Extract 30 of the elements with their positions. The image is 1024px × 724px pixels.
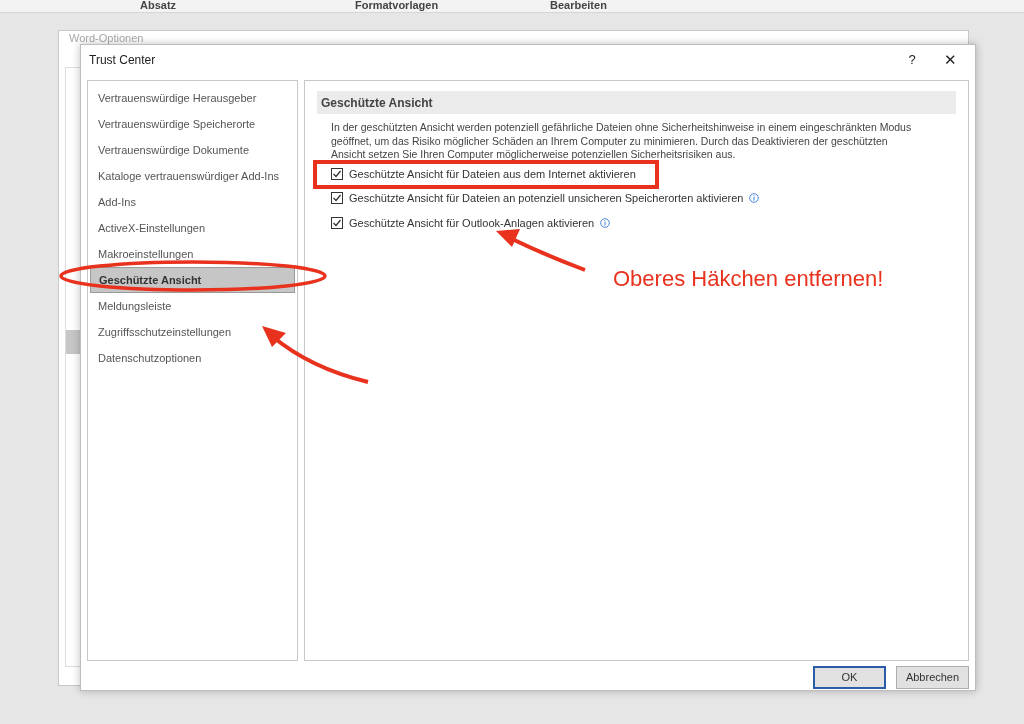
checkbox[interactable] xyxy=(331,167,343,180)
annotation-text: Oberes Häkchen entfernen! xyxy=(613,265,884,293)
info-icon[interactable] xyxy=(600,217,611,228)
checkbox-option[interactable]: Geschützte Ansicht für Dateien an potenziell unsicheren Speicherorten aktivieren xyxy=(331,190,956,207)
category-item[interactable]: Add-Ins xyxy=(90,189,295,215)
window-title: Word-Optionen xyxy=(69,32,144,44)
help-button[interactable]: ? xyxy=(897,50,927,70)
category-item[interactable]: Zugriffsschutzeinstellungen xyxy=(90,319,295,345)
section-heading: Geschützte Ansicht xyxy=(317,91,956,114)
ribbon-group-label: Bearbeiten xyxy=(550,0,607,11)
close-button[interactable]: ✕ xyxy=(935,48,965,72)
category-item[interactable]: Kataloge vertrauenswürdiger Add-Ins xyxy=(90,163,295,189)
checkbox-option[interactable]: Geschützte Ansicht für Outlook-Anlagen aktivieren xyxy=(331,214,956,231)
dialog-button[interactable]: OK xyxy=(813,666,886,689)
category-item[interactable]: ActiveX-Einstellungen xyxy=(90,215,295,241)
ribbon-group-label: Absatz xyxy=(140,0,177,11)
category-item[interactable]: Makroeinstellungen xyxy=(90,241,295,267)
checkbox[interactable] xyxy=(331,192,343,205)
ribbon-group-label: Formatvorlagen xyxy=(355,0,439,11)
dialog-button[interactable]: Abbrechen xyxy=(896,666,969,689)
description-text: In der geschützten Ansicht werden potenziell gefährliche Dateien ohne Sicherheitshinweise in einem eingeschränkten Modus geöffnet, um das Risiko möglicher Schäden an Ihrem Computer zu minimieren. Durch das Deaktivieren der geschützten Ansicht setzen Sie Ihren Computer möglicherweise potenziellen Sicherheitsrisiken aus. xyxy=(330,121,913,162)
category-item[interactable]: Vertrauenswürdige Dokumente xyxy=(90,137,295,163)
category-item[interactable]: Meldungsleiste xyxy=(90,293,295,319)
checkbox-option[interactable]: Geschützte Ansicht für Dateien aus dem Internet aktivieren xyxy=(331,165,956,182)
info-icon[interactable] xyxy=(749,193,760,204)
category-item[interactable]: Vertrauenswürdige Speicherorte xyxy=(90,111,295,137)
category-item[interactable]: Datenschutzoptionen xyxy=(90,345,295,371)
dialog-title: Trust Center xyxy=(89,52,157,69)
checkbox[interactable] xyxy=(331,216,343,229)
category-item[interactable]: Vertrauenswürdige Herausgeber xyxy=(90,85,295,111)
